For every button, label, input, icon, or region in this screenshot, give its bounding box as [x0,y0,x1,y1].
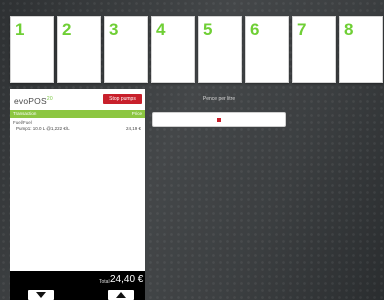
pump-tile-2[interactable]: 2 [57,16,101,83]
pump-tile-8[interactable]: 8 [339,16,383,83]
pump-number: 3 [109,20,119,39]
receipt-header: evoPOS20 Stop pumps [10,89,145,110]
transaction-column-label: Transaction [13,111,37,116]
pump-tile-4[interactable]: 4 [151,16,195,83]
pump-number: 6 [250,20,260,39]
item-description: Pump1: 10.0 L @1,222 €/L [16,126,70,131]
pump-number: 4 [156,20,166,39]
evopos-logo: evoPOS20 [14,96,53,106]
pence-per-litre-label: Pence per litre [202,96,236,102]
scroll-down-button[interactable] [28,290,54,300]
pump-tile-1[interactable]: 1 [10,16,54,83]
triangle-down-icon [36,292,46,298]
logo-text: evoPOS [14,96,47,106]
receipt-column-header: Transaction Price [10,110,145,118]
receipt-panel: evoPOS20 Stop pumps Transaction Price Fu… [10,89,145,300]
receipt-footer: Total 24,40 € [10,271,145,300]
red-square-icon [217,118,221,122]
pump-number: 2 [62,20,72,39]
item-title: Fuel/Fuel [13,120,32,125]
pump-tile-6[interactable]: 6 [245,16,289,83]
total-value: 24,40 € [110,274,144,285]
scroll-up-button[interactable] [108,290,134,300]
pump-tile-5[interactable]: 5 [198,16,242,83]
item-price: 24,19 € [125,126,141,131]
pump-tile-3[interactable]: 3 [104,16,148,83]
pump-tile-7[interactable]: 7 [292,16,336,83]
stop-pumps-button[interactable]: Stop pumps [103,94,142,104]
total-label: Total [99,279,110,285]
pos-screen: 1 2 3 4 5 6 7 8 evoPOS20 Stop pumps Tran… [0,0,384,300]
pump-number: 7 [297,20,307,39]
pump-bar: 1 2 3 4 5 6 7 8 [0,0,384,86]
pump-number: 8 [344,20,354,39]
logo-badge: 20 [46,96,53,103]
price-column-label: Price [131,111,142,116]
triangle-up-icon [116,292,126,298]
pump-number: 5 [203,20,213,39]
pump-number: 1 [15,20,25,39]
pence-per-litre-input[interactable] [152,112,286,127]
